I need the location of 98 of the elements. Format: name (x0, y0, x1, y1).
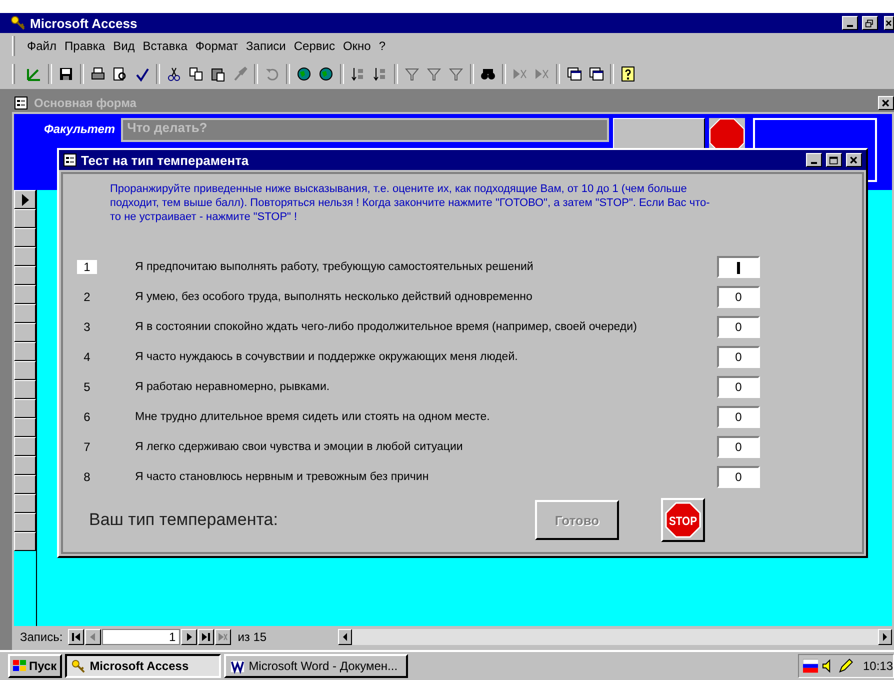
close-icon (881, 98, 891, 108)
right-arrow-icon (881, 633, 889, 641)
close-icon (885, 18, 893, 28)
menu-item[interactable]: Вставка (138, 39, 192, 53)
maximize-button[interactable] (826, 153, 842, 167)
question-number: 1 (77, 260, 97, 274)
record-selector[interactable] (14, 323, 36, 342)
menu-item[interactable]: Записи (242, 39, 290, 53)
pencil-icon (838, 658, 853, 674)
record-selector[interactable] (14, 380, 36, 399)
minimize-icon (847, 25, 853, 27)
score-field[interactable]: 0 (717, 316, 760, 338)
word-document-icon (230, 658, 245, 674)
score-field[interactable]: 0 (717, 436, 760, 458)
last-icon (200, 632, 211, 642)
current-record-icon (21, 194, 29, 206)
close-button[interactable] (878, 96, 894, 110)
record-selector[interactable] (14, 247, 36, 266)
record-number-field[interactable]: 1 (102, 629, 180, 645)
start-button[interactable]: Пуск (8, 654, 62, 678)
record-selector[interactable] (14, 494, 36, 513)
close-button[interactable] (846, 153, 862, 167)
taskbar-button[interactable]: Microsoft Access (64, 654, 221, 678)
question-number: 5 (82, 380, 92, 394)
flag-icon (803, 659, 818, 673)
question-text: Я умею, без особого труда, выполнять несколько действий одновременно (135, 291, 534, 303)
last-record-button[interactable] (198, 629, 214, 645)
record-selector[interactable] (14, 342, 36, 361)
previous-icon (88, 632, 98, 642)
record-selector[interactable] (14, 285, 36, 304)
question-text: Мне трудно длительное время сидеть или стоять на одном месте. (135, 411, 491, 423)
question-number: 2 (82, 290, 92, 304)
form-icon (63, 153, 77, 167)
key-icon (70, 658, 86, 674)
score-field[interactable]: 0 (717, 346, 760, 368)
restore-button[interactable] (862, 16, 878, 30)
clock: 10:13 (862, 659, 894, 673)
first-record-button[interactable] (68, 629, 84, 645)
left-arrow-icon (340, 633, 349, 641)
window-title: Microsoft Access (30, 16, 138, 30)
score-field[interactable]: 0 (717, 466, 760, 488)
menu-item[interactable]: Окно (338, 39, 375, 53)
record-selector[interactable] (14, 418, 36, 437)
menu-item[interactable]: Правка (60, 39, 110, 53)
previous-record-button[interactable] (84, 629, 101, 645)
minimize-button[interactable] (842, 16, 858, 30)
horizontal-scrollbar[interactable] (338, 629, 892, 645)
menu-item[interactable]: Файл (23, 39, 61, 53)
question-number: 6 (82, 410, 92, 424)
record-selector[interactable] (14, 266, 36, 285)
restore-icon (865, 18, 875, 28)
form-title: Основная форма (34, 96, 136, 110)
new-record-button[interactable] (214, 629, 231, 645)
menu-item[interactable]: Вид (109, 39, 139, 53)
faculty-label: Факультет (43, 121, 116, 136)
score-field[interactable]: 0 (717, 406, 760, 428)
result-label: Ваш тип темперамента: (89, 510, 279, 530)
next-record-button[interactable] (180, 629, 197, 645)
record-selector[interactable] (14, 209, 36, 228)
record-selector[interactable] (14, 399, 36, 418)
menu-item[interactable]: Сервис (290, 39, 339, 53)
question-text: Я легко сдерживаю свои чувства и эмоции в любой ситуации (135, 441, 464, 453)
question-number: 8 (82, 470, 92, 484)
key-icon (10, 15, 26, 31)
score-field[interactable]: 0 (717, 376, 760, 398)
record-selector[interactable] (14, 361, 36, 380)
record-selector[interactable] (14, 513, 36, 532)
maximize-icon (829, 156, 839, 164)
record-count: из 15 (238, 630, 267, 644)
first-icon (70, 632, 81, 642)
record-selector[interactable] (14, 228, 36, 247)
question-text: Я работаю неравномерно, рывками. (135, 381, 331, 393)
score-field[interactable] (717, 256, 760, 278)
record-selector[interactable] (14, 456, 36, 475)
windows-logo-icon (13, 660, 27, 672)
close-icon (849, 156, 859, 164)
question-text: Я предпочитаю выполнять работу, требующую самостоятельных решений (135, 261, 534, 273)
record-selector[interactable] (14, 304, 36, 323)
record-label: Запись: (20, 630, 63, 644)
menu-item[interactable]: ? (374, 39, 390, 53)
record-selector[interactable] (14, 190, 36, 209)
dialog-title: Тест на тип темперамента (81, 152, 249, 168)
question-number: 7 (82, 440, 92, 454)
score-field[interactable]: 0 (717, 286, 760, 308)
record-selector[interactable] (14, 532, 36, 551)
question-text: Я часто нуждаюсь в сочувствии и поддержке окружающих меня людей. (135, 351, 519, 363)
minimize-icon (811, 162, 817, 164)
question-number: 3 (82, 320, 92, 334)
instructions-text: Проранжируйте приведенные ниже высказывания, т.е. оцените их, как подходящие Вам, от 10 до 1 (чем больше подходит, тем выше балл). Повторяться нельзя ! Когда закончите нажмите "ГОТОВО", а затем "STOP". Если Вас что-то не устраивает - нажмите "STOP" ! (110, 182, 711, 224)
question-number: 4 (82, 350, 92, 364)
taskbar-button[interactable]: Microsoft Word - Докумен... (224, 654, 408, 678)
record-selector[interactable] (14, 437, 36, 456)
minimize-button[interactable] (806, 153, 822, 167)
close-button[interactable] (884, 16, 894, 30)
menu-item[interactable]: Формат (191, 39, 242, 53)
question-text: Я в состоянии спокойно ждать чего-либо продолжительное время (например, своей очереди) (135, 321, 638, 333)
question-text: Я часто становлюсь нервным и тревожным без причин (135, 471, 430, 483)
record-selector[interactable] (14, 475, 36, 494)
